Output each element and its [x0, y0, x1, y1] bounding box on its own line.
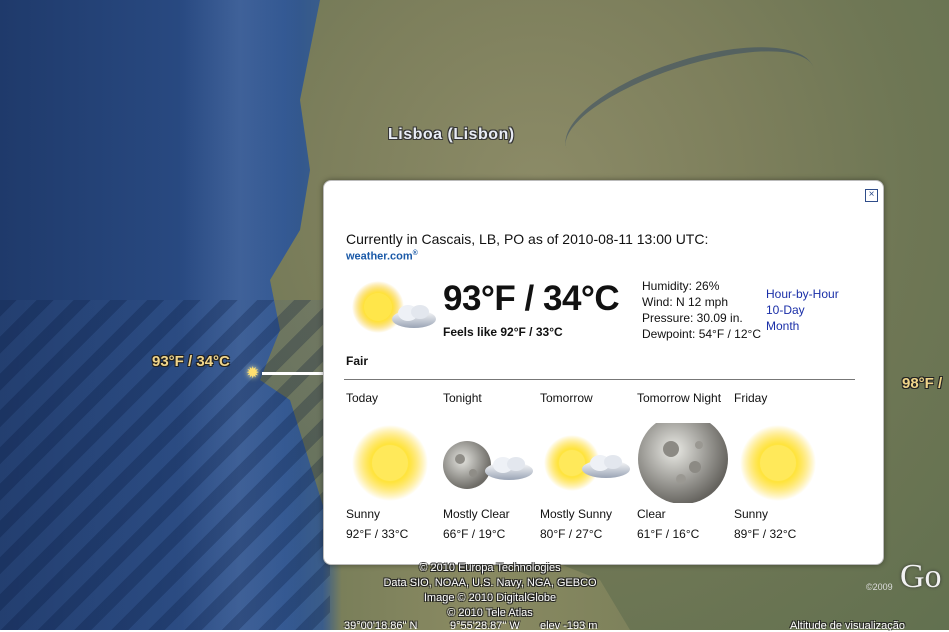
forecast-row: Today Sunny 92°F / 33°C Tonight Mostly C… [346, 389, 866, 549]
pressure-text: Pressure: 30.09 in. [642, 311, 743, 325]
elevation-readout: elev -193 m [540, 620, 598, 632]
provider-name: weather.com [346, 250, 413, 263]
close-icon[interactable]: × [865, 189, 878, 202]
forecast-period: Tomorrow [540, 391, 593, 405]
weather-placemark-icon[interactable]: ✹ [246, 366, 262, 382]
provider-logo[interactable]: weather.com® [346, 250, 418, 263]
moon-with-cloud-icon [443, 441, 533, 489]
sun-icon [352, 425, 428, 501]
current-location-heading: Currently in Cascais, LB, PO as of 2010-… [346, 231, 709, 247]
sun-with-cloud-icon [352, 281, 436, 333]
imagery-credits: © 2010 Europa Technologies Data SIO, NOA… [340, 561, 640, 621]
forecast-period: Today [346, 391, 379, 405]
forecast-temp: 89°F / 32°C [734, 527, 797, 541]
forecast-temp: 92°F / 33°C [346, 527, 409, 541]
forecast-condition: Mostly Clear [443, 507, 510, 521]
current-condition: Fair [346, 354, 369, 368]
provider-registered-mark: ® [412, 250, 418, 257]
ocean-surface [0, 300, 330, 630]
humidity-text: Humidity: 26% [642, 279, 720, 293]
neighbor-temp-label[interactable]: 98°F / [902, 375, 942, 392]
forecast-period: Tonight [443, 391, 482, 405]
credit-line: © 2010 Europa Technologies [419, 562, 561, 574]
sun-with-cloud-icon [544, 435, 630, 491]
ten-day-link[interactable]: 10-Day [766, 302, 839, 318]
credit-line: Image © 2010 DigitalGlobe [423, 592, 557, 604]
credit-line: Data SIO, NOAA, U.S. Navy, NGA, GEBCO [383, 577, 597, 589]
balloon-leader-line [262, 372, 326, 375]
forecast-temp: 66°F / 19°C [443, 527, 506, 541]
google-copyright: ©2009 [866, 582, 893, 592]
weather-info-balloon: × Currently in Cascais, LB, PO as of 201… [323, 180, 884, 565]
forecast-links: Hour-by-Hour 10-Day Month [766, 286, 839, 334]
forecast-temp: 80°F / 27°C [540, 527, 603, 541]
forecast-condition: Sunny [346, 507, 381, 521]
forecast-period: Tomorrow Night [637, 391, 722, 405]
hour-by-hour-link[interactable]: Hour-by-Hour [766, 286, 839, 302]
wind-text: Wind: N 12 mph [642, 295, 729, 309]
forecast-condition: Clear [637, 507, 666, 521]
forecast-tonight: Tonight Mostly Clear 66°F / 19°C [443, 389, 540, 549]
forecast-condition: Sunny [734, 507, 769, 521]
google-logo: Go [900, 558, 942, 595]
forecast-tomorrow: Tomorrow Mostly Sunny 80°F / 27°C [540, 389, 637, 549]
city-label-lisboa[interactable]: Lisboa (Lisbon) [388, 126, 515, 144]
divider [344, 379, 855, 380]
map-status-bar: 39°00'18.86" N 9°55'28.87" W elev -193 m… [340, 620, 949, 632]
sun-icon [740, 425, 816, 501]
credit-line: © 2010 Tele Atlas [447, 607, 533, 619]
forecast-period: Friday [734, 391, 768, 405]
forecast-condition: Mostly Sunny [540, 507, 613, 521]
month-link[interactable]: Month [766, 318, 839, 334]
longitude-readout: 9°55'28.87" W [450, 620, 520, 632]
dewpoint-text: Dewpoint: 54°F / 12°C [642, 327, 761, 341]
view-altitude-readout: Altitude de visualização [790, 620, 905, 632]
feels-like-text: Feels like 92°F / 33°C [443, 325, 563, 339]
moon-icon [638, 423, 728, 503]
placemark-temp-label[interactable]: 93°F / 34°C [152, 353, 230, 370]
current-details: Humidity: 26% Wind: N 12 mph Pressure: 3… [642, 278, 761, 342]
current-temperature: 93°F / 34°C [443, 279, 620, 318]
forecast-friday: Friday Sunny 89°F / 32°C [734, 389, 831, 549]
forecast-temp: 61°F / 16°C [637, 527, 700, 541]
forecast-tomorrow-night: Tomorrow Night Clear 61°F / 16°C [637, 389, 734, 549]
latitude-readout: 39°00'18.86" N [344, 620, 418, 632]
forecast-today: Today Sunny 92°F / 33°C [346, 389, 443, 549]
